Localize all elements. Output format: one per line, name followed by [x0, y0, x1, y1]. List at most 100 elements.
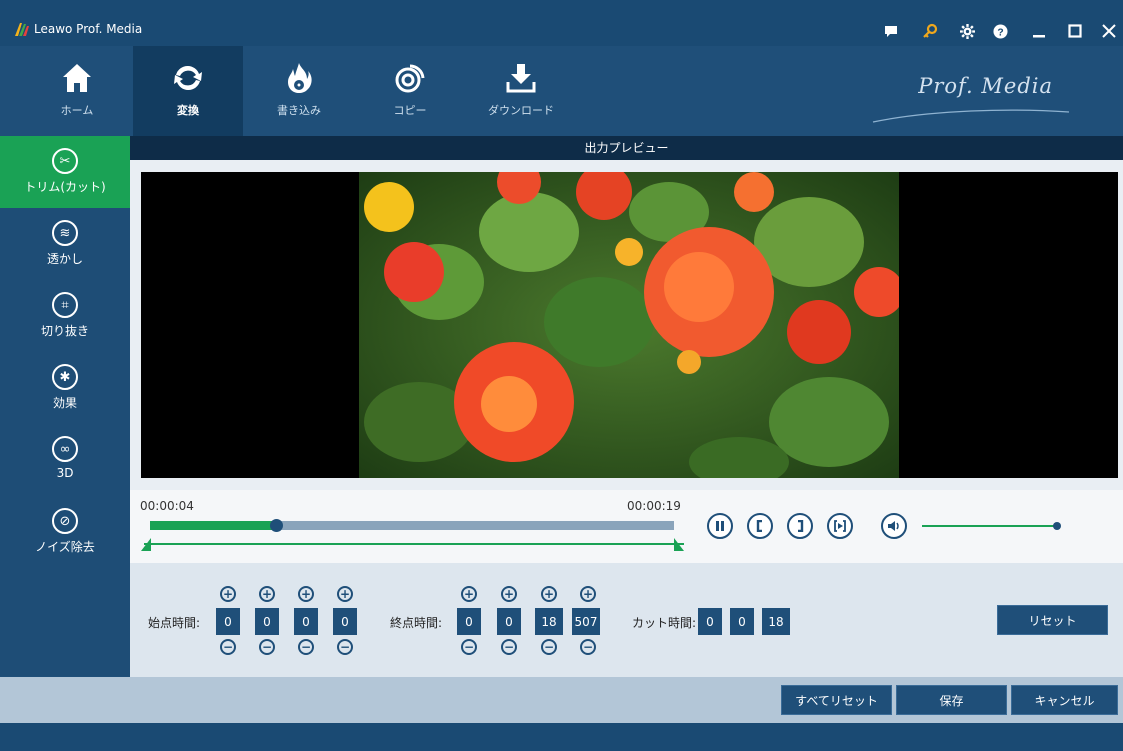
reset-button[interactable]: リセット	[997, 605, 1108, 635]
pause-button[interactable]	[707, 513, 733, 539]
minimize-icon[interactable]	[1030, 22, 1048, 40]
sidebar-item-watermark[interactable]: ≋ 透かし	[0, 208, 130, 280]
end-seconds-plus-button[interactable]: +	[541, 586, 557, 602]
end-hours-input[interactable]: 0	[457, 608, 481, 635]
sidebar-item-effect[interactable]: ✱ 効果	[0, 352, 130, 424]
start-time-label: 00:00:04	[140, 499, 194, 513]
start-seconds-plus-button[interactable]: +	[298, 586, 314, 602]
nav-home-label: ホーム	[60, 104, 94, 117]
start-minutes-input[interactable]: 0	[255, 608, 279, 635]
cut-minutes-value: 0	[730, 608, 754, 635]
reset-all-button[interactable]: すべてリセット	[781, 685, 892, 715]
trim-start-marker[interactable]	[141, 538, 151, 551]
nav-download[interactable]: ダウンロード	[466, 46, 576, 136]
effect-icon: ✱	[52, 364, 78, 390]
start-seconds-input[interactable]: 0	[294, 608, 318, 635]
play-segment-button[interactable]	[827, 513, 853, 539]
nav-burn-label: 書き込み	[277, 104, 321, 117]
start-ms-plus-button[interactable]: +	[337, 586, 353, 602]
key-icon[interactable]	[921, 22, 939, 40]
sidebar-item-label: 切り抜き	[40, 324, 89, 338]
start-seconds-minus-button[interactable]: −	[298, 639, 314, 655]
timeline-thumb[interactable]	[270, 519, 283, 532]
end-minutes-plus-button[interactable]: +	[501, 586, 517, 602]
start-hours-plus-button[interactable]: +	[220, 586, 236, 602]
volume-icon[interactable]	[881, 513, 907, 539]
denoise-icon: ⊘	[52, 508, 78, 534]
sidebar-item-label: トリム(カット)	[24, 180, 106, 194]
burn-icon	[279, 58, 319, 98]
start-ms-minus-button[interactable]: −	[337, 639, 353, 655]
start-time-field-label: 始点時間:	[148, 616, 201, 630]
app-logo-icon	[15, 23, 29, 36]
cancel-button[interactable]: キャンセル	[1011, 685, 1118, 715]
help-icon[interactable]: ?	[991, 22, 1009, 40]
edit-sidebar: ✂ トリム(カット) ≋ 透かし ⌗ 切り抜き ✱ 効果 ∞ 3D ⊘ ノイズ除…	[0, 136, 130, 676]
start-minutes-minus-button[interactable]: −	[259, 639, 275, 655]
end-ms-minus-button[interactable]: −	[580, 639, 596, 655]
video-frame-image	[359, 172, 899, 478]
end-hours-plus-button[interactable]: +	[461, 586, 477, 602]
start-ms-input[interactable]: 0	[333, 608, 357, 635]
scissors-icon: ✂	[52, 148, 78, 174]
sidebar-item-denoise[interactable]: ⊘ ノイズ除去	[0, 496, 130, 568]
watermark-icon: ≋	[52, 220, 78, 246]
nav-home[interactable]: ホーム	[22, 46, 132, 136]
trim-end-marker[interactable]	[674, 538, 684, 551]
sidebar-item-3d[interactable]: ∞ 3D	[0, 424, 130, 496]
nav-convert-label: 変換	[177, 104, 199, 117]
title-bar: Leawo Prof. Media ?	[0, 0, 1123, 46]
download-icon	[501, 58, 541, 98]
start-minutes-plus-button[interactable]: +	[259, 586, 275, 602]
end-seconds-minus-button[interactable]: −	[541, 639, 557, 655]
maximize-icon[interactable]	[1066, 22, 1084, 40]
video-player[interactable]	[141, 172, 1118, 478]
gear-icon[interactable]	[958, 22, 976, 40]
volume-knob[interactable]	[1053, 522, 1061, 530]
end-hours-minus-button[interactable]: −	[461, 639, 477, 655]
end-ms-input[interactable]: 507	[572, 608, 600, 635]
sidebar-item-label: 3D	[56, 466, 74, 480]
home-icon	[57, 58, 97, 98]
end-ms-plus-button[interactable]: +	[580, 586, 596, 602]
brand-swoosh	[872, 109, 1070, 123]
set-start-button[interactable]	[747, 513, 773, 539]
brand-logo-text: Prof. Media	[918, 74, 1053, 98]
timeline-progress	[150, 521, 276, 530]
cut-seconds-value: 18	[762, 608, 790, 635]
start-hours-minus-button[interactable]: −	[220, 639, 236, 655]
end-seconds-input[interactable]: 18	[535, 608, 563, 635]
cut-time-field-label: カット時間:	[632, 616, 697, 630]
sidebar-item-label: 効果	[52, 396, 77, 410]
end-minutes-minus-button[interactable]: −	[501, 639, 517, 655]
copy-icon	[390, 58, 430, 98]
svg-text:?: ?	[997, 27, 1003, 38]
chat-icon[interactable]	[882, 22, 900, 40]
nav-copy-label: コピー	[393, 104, 427, 117]
top-nav: ホーム 変換 書き込み コピー ダウンロード Prof. Media	[0, 46, 1123, 136]
cut-hours-value: 0	[698, 608, 722, 635]
start-hours-input[interactable]: 0	[216, 608, 240, 635]
app-title: Leawo Prof. Media	[34, 22, 143, 36]
crop-icon: ⌗	[52, 292, 78, 318]
end-time-label: 00:00:19	[627, 499, 681, 513]
sidebar-item-crop[interactable]: ⌗ 切り抜き	[0, 280, 130, 352]
end-time-field-label: 終点時間:	[390, 616, 443, 630]
close-icon[interactable]	[1100, 22, 1118, 40]
app-window: Leawo Prof. Media ? ホーム 変換 書き込み コピー ダウンロ…	[0, 0, 1123, 751]
trim-range-line	[144, 543, 684, 545]
end-minutes-input[interactable]: 0	[497, 608, 521, 635]
status-footer	[0, 723, 1123, 751]
nav-burn[interactable]: 書き込み	[244, 46, 354, 136]
preview-header: 出力プレビュー	[130, 136, 1123, 160]
nav-copy[interactable]: コピー	[355, 46, 465, 136]
convert-icon	[168, 58, 208, 98]
volume-slider[interactable]	[922, 525, 1057, 527]
set-end-button[interactable]	[787, 513, 813, 539]
sidebar-item-label: 透かし	[46, 252, 83, 266]
sidebar-item-label: ノイズ除去	[35, 540, 95, 554]
nav-download-label: ダウンロード	[488, 104, 554, 117]
nav-convert[interactable]: 変換	[133, 46, 243, 136]
sidebar-item-trim[interactable]: ✂ トリム(カット)	[0, 136, 130, 208]
save-button[interactable]: 保存	[896, 685, 1007, 715]
